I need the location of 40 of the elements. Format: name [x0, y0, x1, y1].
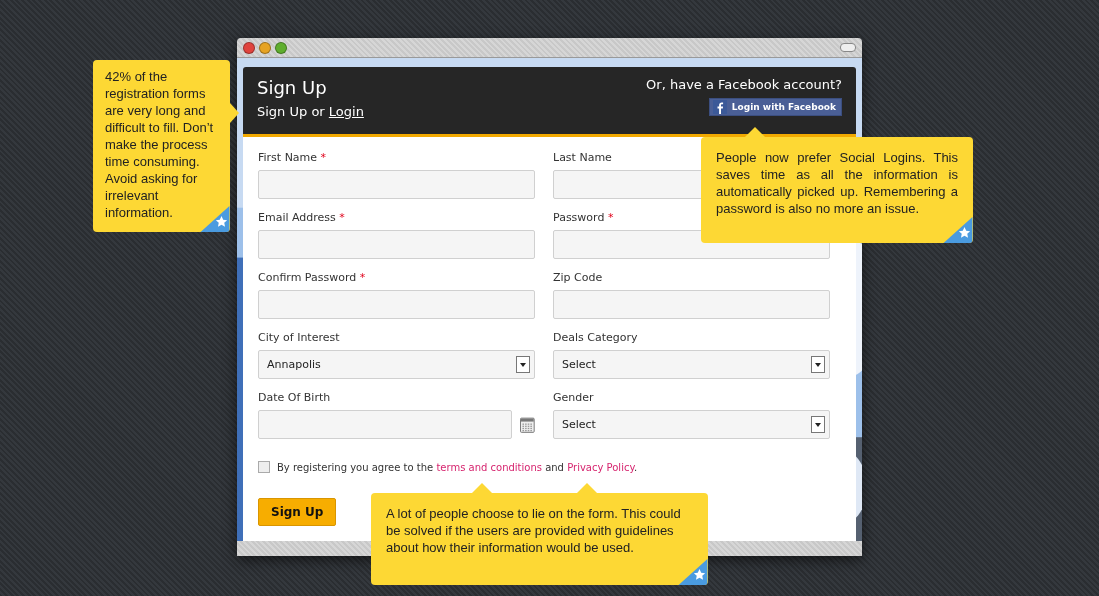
toolbar-toggle-button[interactable] — [840, 43, 856, 52]
field-label: First Name * — [258, 151, 327, 165]
text-input[interactable] — [553, 290, 830, 319]
dropdown[interactable]: Select — [553, 410, 830, 439]
calendar-icon[interactable] — [520, 416, 535, 433]
field-label: City of Interest — [258, 331, 340, 345]
field-label: Deals Category — [553, 331, 638, 345]
minimize-button[interactable] — [259, 41, 271, 54]
facebook-login-button[interactable]: Login with Facebook — [708, 98, 842, 116]
star-icon — [200, 206, 230, 232]
zoom-button[interactable] — [275, 41, 287, 54]
form-title: Sign Up — [257, 77, 327, 98]
star-icon — [943, 217, 973, 243]
facebook-prompt: Or, have a Facebook account? — [646, 77, 842, 92]
text-input[interactable] — [258, 290, 535, 319]
terms-link[interactable]: terms and conditions — [436, 461, 542, 473]
tip-text: 42% of the registration forms are very long and difficult to fill. Don’t make the process time consuming. Avoid asking for irrelevant information. — [105, 68, 215, 221]
sign-up-button[interactable]: Sign Up — [258, 498, 337, 526]
field-label: Zip Code — [553, 271, 603, 285]
field-label: Last Name — [553, 151, 612, 165]
consent-text: By registering you agree to the terms and conditions and Privacy Policy. — [277, 461, 638, 473]
dropdown[interactable]: Select — [553, 350, 830, 379]
star-icon — [678, 559, 708, 585]
date-input[interactable] — [258, 410, 513, 439]
tip-text: A lot of people choose to lie on the form. This could be solved if the users are provided with guidelines about how their information would be used. — [386, 505, 682, 556]
tip-text: People now prefer Social Logins. This saves time as all the information is automatically picked up. Remembering a password is also no more an issue. — [716, 149, 958, 217]
privacy-link[interactable]: Privacy Policy — [567, 461, 634, 473]
field-label: Email Address * — [258, 211, 345, 225]
field-label: Password * — [553, 211, 614, 225]
field-label: Date Of Birth — [258, 391, 331, 405]
logo-icon — [712, 100, 727, 114]
text-input[interactable] — [258, 230, 535, 259]
text-input[interactable] — [258, 170, 535, 199]
dropdown[interactable]: Annapolis — [258, 350, 535, 379]
field-label: Confirm Password * — [258, 271, 366, 285]
field-label: Gender — [553, 391, 594, 405]
login-link[interactable]: Login — [328, 104, 364, 119]
checkbox[interactable] — [258, 461, 270, 473]
subtitle: Sign Up or Login — [257, 104, 364, 119]
close-button[interactable] — [243, 41, 255, 54]
